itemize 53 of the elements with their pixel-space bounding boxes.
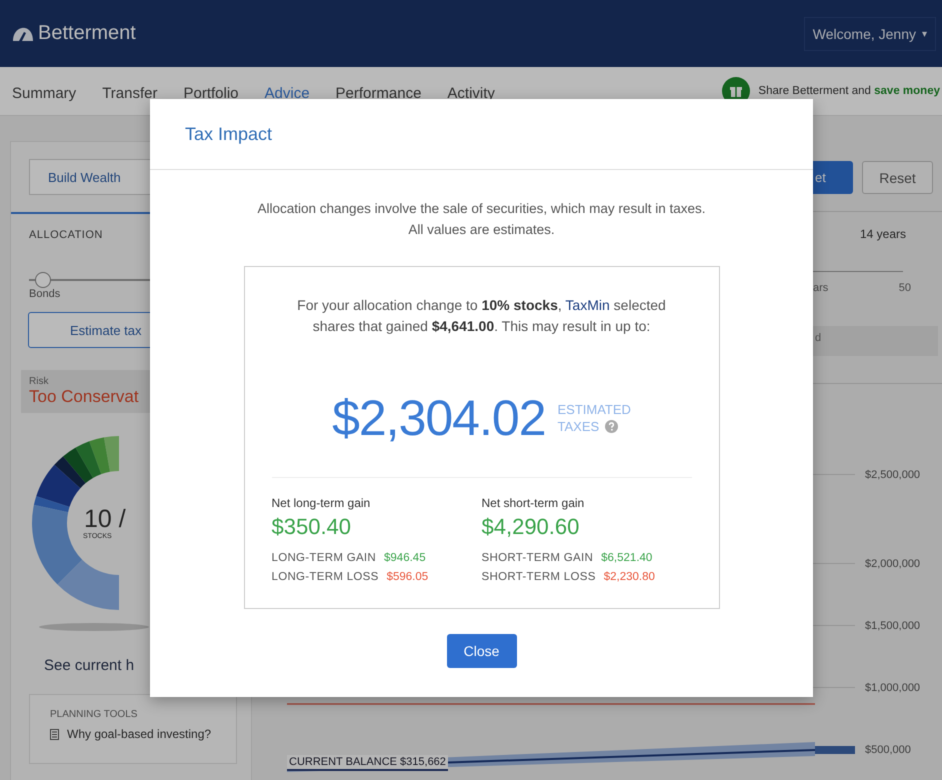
info-text: d (815, 332, 822, 344)
nav-tab[interactable]: Portfolio (170, 69, 252, 117)
estimated-label: ESTIMATED (558, 401, 631, 418)
risk-label: Risk (29, 376, 50, 387)
detail-value: $2,230.80 (604, 571, 655, 583)
axis-label: $2,000,000 (865, 558, 920, 570)
taxmin-link[interactable]: TaxMin (565, 297, 610, 313)
estimated-taxes-amount: $2,304.02 (332, 389, 546, 447)
axis-label: $2,500,000 (865, 468, 920, 481)
planning-tools-title: PLANNING TOOLS (50, 709, 138, 720)
allocation-label: ALLOCATION (29, 229, 104, 241)
brand-name: Betterment (38, 22, 136, 45)
reset-button[interactable]: Reset (862, 161, 933, 194)
detail-value: $596.05 (386, 571, 428, 583)
gain-title: Net short-term gain (482, 496, 586, 510)
nav-tab[interactable]: Advice (252, 69, 323, 117)
gain-title: Net long-term gain (272, 496, 372, 510)
referral-link[interactable]: Share Betterment and save money (758, 85, 940, 97)
scale-label: ars (813, 282, 828, 294)
bonds-label: Bonds (29, 288, 62, 300)
nav-tab[interactable]: Transfer (89, 69, 170, 117)
taxes-label: TAXES (558, 418, 600, 435)
holdings-link[interactable]: See current h (44, 657, 151, 674)
dialog-intro: Allocation changes involve the sale of securities, which may result in taxes. All values are estimates. (258, 200, 706, 239)
help-icon[interactable] (605, 420, 618, 433)
detail-label: SHORT-TERM GAIN (482, 552, 594, 564)
balance-band (813, 746, 855, 754)
nav-tab[interactable]: Performance (322, 69, 434, 117)
slider-thumb[interactable] (35, 272, 51, 288)
detail-value: $946.45 (384, 552, 426, 564)
axis-label: $1,500,000 (865, 620, 920, 632)
axis-label: $500,000 (865, 744, 911, 756)
detail-value: $6,521.40 (601, 552, 652, 564)
document-icon (50, 728, 59, 740)
current-balance-label: CURRENT BALANCE $315,662 (287, 755, 448, 771)
detail-label: LONG-TERM LOSS (272, 571, 379, 583)
donut-value: 10 / (84, 505, 126, 533)
scale-max: 50 (898, 282, 911, 294)
dialog-title: Tax Impact (185, 124, 272, 144)
axis-label: $1,000,000 (865, 682, 920, 694)
close-button[interactable]: Close (446, 634, 516, 668)
detail-label: SHORT-TERM LOSS (482, 571, 596, 583)
summary-text: For your allocation change to 10% stocks, TaxMin selected shares that gained $4,641.00. This may result in up to: (296, 296, 667, 336)
nav-tab[interactable]: Activity (434, 69, 508, 117)
user-menu[interactable]: Welcome, Jenny ▾ (804, 16, 936, 50)
detail-label: LONG-TERM GAIN (272, 552, 376, 564)
net-gain-value: $350.40 (272, 514, 352, 540)
risk-value: Too Conservat (29, 387, 140, 407)
planning-tool-link[interactable]: Why goal-based investing? (67, 727, 212, 741)
net-gain-value: $4,290.60 (482, 514, 580, 540)
logo-icon (12, 26, 34, 42)
set-button[interactable]: et (813, 161, 853, 194)
horizon-value: 14 years (860, 227, 908, 242)
